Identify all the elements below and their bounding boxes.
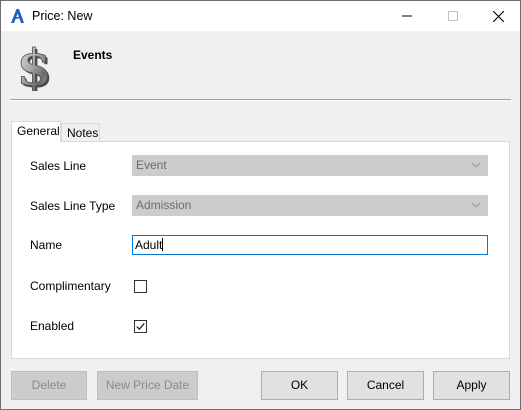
sales-line-type-select[interactable]: Admission <box>132 195 488 216</box>
new-price-date-button[interactable]: New Price Date <box>97 371 198 400</box>
tab-notes[interactable]: Notes <box>61 123 100 142</box>
header-title: Events <box>73 48 113 62</box>
cancel-button[interactable]: Cancel <box>347 371 424 400</box>
maximize-icon <box>448 11 458 21</box>
sales-line-select[interactable]: Event <box>132 155 488 176</box>
name-input[interactable]: Adult <box>132 235 488 255</box>
ok-button[interactable]: OK <box>261 371 338 400</box>
svg-text:$: $ <box>17 41 52 91</box>
name-value: Adult <box>135 238 163 252</box>
complimentary-label: Complimentary <box>30 279 111 293</box>
title-bar[interactable]: Price: New <box>1 1 520 31</box>
dialog-window: Price: New $ $ Events General Notes Sale… <box>0 0 521 410</box>
tab-general[interactable]: General <box>11 121 61 142</box>
minimize-button[interactable] <box>384 1 430 31</box>
text-caret <box>162 238 164 251</box>
enabled-label: Enabled <box>30 319 75 333</box>
sales-line-label: Sales Line <box>30 159 87 173</box>
sales-line-value: Event <box>136 158 167 172</box>
maximize-button[interactable] <box>430 1 476 31</box>
name-label: Name <box>30 238 63 252</box>
minimize-icon <box>402 15 412 17</box>
apply-button[interactable]: Apply <box>433 371 510 400</box>
window-title: Price: New <box>32 9 93 23</box>
sales-line-type-label: Sales Line Type <box>30 199 116 213</box>
checkmark-icon <box>136 322 145 331</box>
close-button[interactable] <box>475 1 520 31</box>
dollar-sign-icon: $ $ <box>11 38 57 99</box>
header-divider <box>10 99 511 101</box>
chevron-down-icon <box>471 162 481 168</box>
app-logo-icon <box>9 8 25 24</box>
delete-button[interactable]: Delete <box>11 371 87 400</box>
complimentary-checkbox[interactable] <box>134 280 147 293</box>
sales-line-type-value: Admission <box>136 198 192 212</box>
enabled-checkbox[interactable] <box>134 320 147 333</box>
chevron-down-icon <box>471 202 481 208</box>
close-icon <box>492 10 504 22</box>
